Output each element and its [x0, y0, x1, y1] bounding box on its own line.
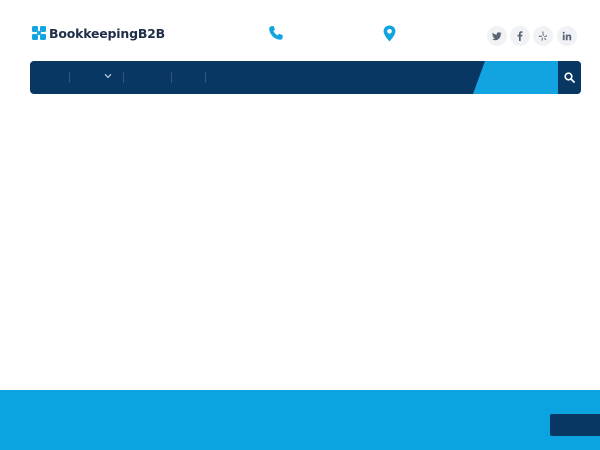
- social-twitter-button[interactable]: [487, 26, 507, 46]
- social-linkedin-button[interactable]: [557, 26, 577, 46]
- nav-divider: [123, 72, 124, 83]
- map-pin-icon[interactable]: [383, 25, 396, 42]
- search-icon: [564, 72, 575, 83]
- band-button[interactable]: [550, 414, 600, 436]
- main-navbar: [30, 61, 581, 94]
- hero-section: [0, 94, 600, 390]
- nav-item-4[interactable]: [173, 61, 203, 94]
- facebook-icon: [517, 31, 523, 41]
- social-facebook-button[interactable]: [510, 26, 530, 46]
- twitter-icon: [492, 32, 502, 41]
- nav-divider: [205, 72, 206, 83]
- phone-icon[interactable]: [268, 25, 284, 41]
- nav-cta-button[interactable]: [473, 61, 558, 94]
- page: BookkeepingB2B: [0, 0, 600, 450]
- logo[interactable]: BookkeepingB2B: [31, 24, 165, 42]
- nav-item-3[interactable]: [125, 61, 169, 94]
- nav-item-1[interactable]: [36, 61, 68, 94]
- nav-item-2-dropdown[interactable]: [71, 61, 121, 94]
- chevron-down-icon: [104, 73, 112, 79]
- social-yelp-button[interactable]: [533, 26, 553, 46]
- linkedin-icon: [562, 31, 572, 41]
- search-button[interactable]: [558, 61, 581, 94]
- logo-text: BookkeepingB2B: [49, 25, 165, 41]
- cta-band: [0, 390, 600, 450]
- logo-mark-icon: [32, 26, 46, 40]
- yelp-icon: [538, 31, 548, 41]
- nav-divider: [69, 72, 70, 83]
- nav-divider: [171, 72, 172, 83]
